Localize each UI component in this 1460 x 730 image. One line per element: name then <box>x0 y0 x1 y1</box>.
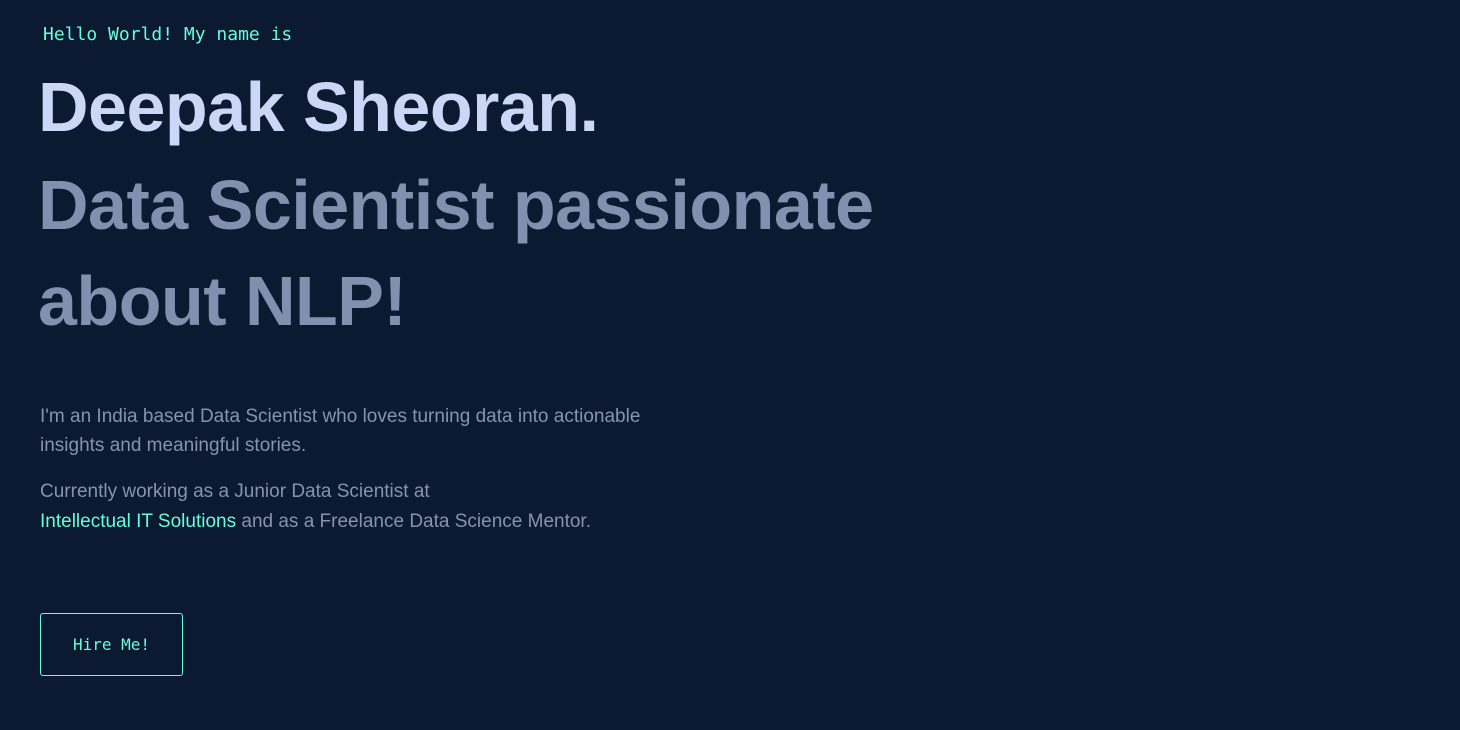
current-role-prefix: Currently working as a Junior Data Scien… <box>40 481 430 502</box>
company-link[interactable]: Intellectual IT Solutions <box>40 511 236 532</box>
name-heading: Deepak Sheoran. <box>38 68 599 146</box>
bio-paragraph: I'm an India based Data Scientist who lo… <box>40 406 641 456</box>
current-role-paragraph: Currently working as a Junior Data Scien… <box>40 477 680 537</box>
hire-me-button[interactable]: Hire Me! <box>40 613 183 676</box>
greeting-text: Hello World! My name is <box>43 24 293 45</box>
hero-section: Hello World! My name is Deepak Sheoran. … <box>0 0 1460 730</box>
tagline-heading: Data Scientist passionate about NLP! <box>38 166 874 340</box>
current-role-suffix: and as a Freelance Data Science Mentor. <box>241 511 591 532</box>
